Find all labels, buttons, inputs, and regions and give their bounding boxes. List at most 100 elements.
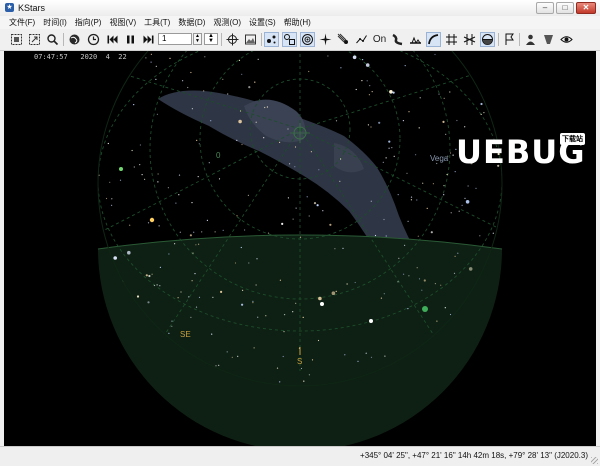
equator-grid-icon[interactable] [462,32,477,47]
constellation-names-icon[interactable]: On [372,32,387,47]
star [385,235,387,237]
star [331,291,336,295]
star [218,178,221,180]
time-step-units-spinner[interactable]: ▲ ▼ [204,33,218,45]
star [371,91,373,93]
comet-icon[interactable] [336,32,351,47]
clock-icon[interactable] [86,32,101,47]
menu-tools[interactable]: 工具(T) [140,17,174,28]
eye-icon[interactable] [559,32,574,47]
crosshair-icon[interactable] [225,32,240,47]
star [111,204,113,206]
star [468,267,473,271]
menu-observation[interactable]: 观测(O) [209,17,245,28]
star [279,141,281,143]
star [316,204,319,207]
star [192,252,194,254]
solar-system-icon[interactable] [300,32,315,47]
star [479,235,481,237]
observer-icon[interactable] [523,32,538,47]
new-window-icon[interactable] [9,32,24,47]
bright-object [119,167,123,171]
ground-icon[interactable] [408,32,423,47]
menu-view[interactable]: 视图(V) [105,17,140,28]
window-title: KStars [18,3,46,13]
star [479,75,481,77]
star [191,202,193,204]
star [175,202,177,204]
star [453,272,456,274]
star [129,224,131,226]
zoom-fit-icon[interactable] [27,32,42,47]
fov-image-icon[interactable] [243,32,258,47]
star [150,53,152,55]
star [344,354,346,356]
star [410,199,412,201]
horizon-line-icon[interactable] [426,32,441,47]
star [378,121,381,124]
star [388,140,391,143]
stars-icon[interactable] [264,32,279,47]
time-step-spinner[interactable]: ▲ ▼ [193,33,202,45]
star [193,231,195,233]
star [322,210,324,212]
star [334,248,336,250]
star [218,364,220,366]
telescope-icon[interactable] [541,32,556,47]
menu-help[interactable]: 帮助(H) [280,17,315,28]
find-icon[interactable] [45,32,60,47]
star [434,53,436,56]
step-back-icon[interactable] [105,32,120,47]
star [480,113,482,115]
star [113,256,117,260]
minimize-button[interactable]: – [536,2,554,14]
uebug-watermark: UEBUG 下载站 [444,133,596,179]
milky-way-icon[interactable] [390,32,405,47]
sky-map[interactable]: 0 Vega SE S 07:47:57 2020 4 22 UEBUG 下载站 [4,51,596,446]
step-forward-icon[interactable] [141,32,156,47]
star [295,302,297,304]
supernova-icon[interactable] [318,32,333,47]
constellation-lines-icon[interactable] [354,32,369,47]
close-button[interactable]: ✕ [576,2,596,14]
menu-time[interactable]: 时间(I) [39,17,71,28]
star [239,110,242,112]
menu-pointing[interactable]: 指向(P) [71,17,106,28]
star [248,86,251,89]
maximize-button[interactable]: □ [556,2,574,14]
star [179,231,181,233]
star [236,215,238,217]
deep-sky-icon[interactable] [282,32,297,47]
menu-settings[interactable]: 设置(S) [245,17,280,28]
star [418,127,420,129]
star [434,283,436,285]
star [292,311,294,313]
star [238,119,242,124]
star [220,290,223,293]
time-step-input[interactable]: 1 [158,33,192,45]
star [367,124,369,126]
star [136,295,140,298]
title-bar[interactable]: ★ KStars – □ ✕ [0,0,600,17]
altaz-icon[interactable] [480,32,495,47]
star [294,166,296,168]
star [361,80,363,82]
star [240,246,242,249]
star [190,71,192,74]
star [169,57,171,59]
star [265,315,267,317]
flag-icon[interactable] [502,32,517,47]
globe-location-icon[interactable] [67,32,82,47]
star [370,200,372,202]
pause-icon[interactable] [123,32,138,47]
menu-file[interactable]: 文件(F) [5,17,39,28]
resize-grip-icon[interactable] [591,457,598,464]
star [404,244,406,246]
star [241,303,244,306]
star [167,187,169,189]
menu-data[interactable]: 数据(D) [174,17,209,28]
star [392,91,395,94]
star [211,333,213,335]
star [308,70,310,73]
coordinate-grid-icon[interactable] [444,32,459,47]
